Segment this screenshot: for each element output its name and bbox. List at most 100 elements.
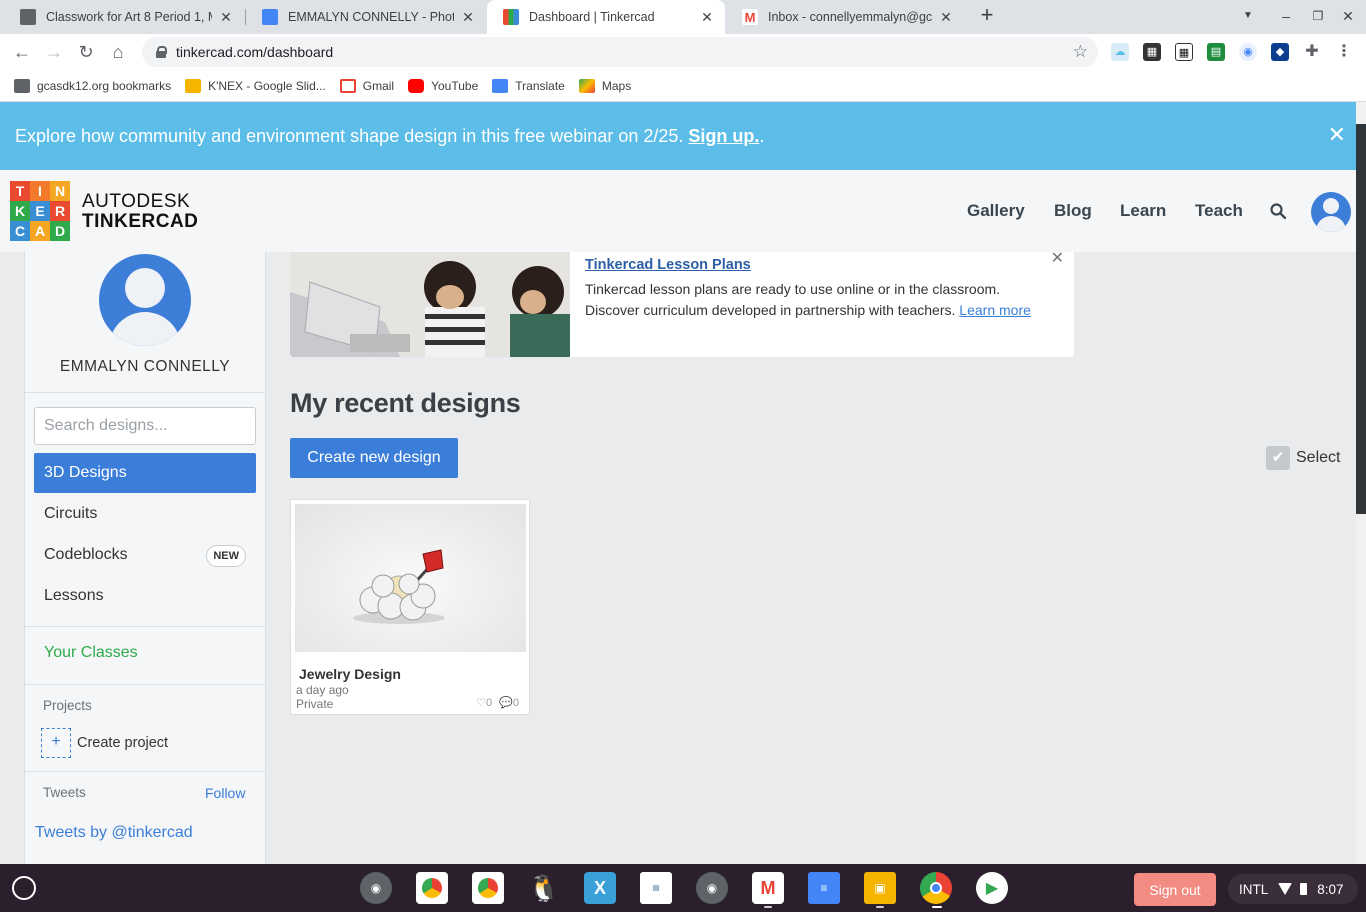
sidebar-item-3d-designs[interactable]: 3D Designs bbox=[34, 453, 256, 493]
pearson-testnav-icon[interactable]: ▤ bbox=[640, 872, 672, 904]
extension-shield-icon[interactable]: ◆ bbox=[1271, 43, 1289, 61]
sidebar-item-codeblocks[interactable]: Codeblocks NEW bbox=[34, 535, 256, 575]
gmail-icon: M bbox=[742, 9, 758, 25]
select-toggle[interactable]: ✔ Select bbox=[1266, 446, 1340, 470]
lesson-plans-title[interactable]: Tinkercad Lesson Plans bbox=[585, 257, 751, 273]
nav-blog[interactable]: Blog bbox=[1054, 201, 1092, 221]
user-avatar[interactable] bbox=[1311, 192, 1351, 232]
youtube-icon bbox=[408, 78, 425, 93]
docs-app-icon[interactable]: ≡ bbox=[808, 872, 840, 904]
learn-more-link[interactable]: Learn more bbox=[959, 302, 1031, 318]
address-bar[interactable]: tinkercad.com/dashboard ☆ bbox=[142, 37, 1098, 67]
tinkercad-icon bbox=[503, 9, 519, 25]
close-icon[interactable]: ✕ bbox=[1328, 122, 1346, 148]
banner-signup-link[interactable]: Sign up. bbox=[688, 126, 759, 147]
kids-laptop-illustration bbox=[290, 252, 570, 357]
search-icon[interactable] bbox=[1270, 203, 1286, 219]
classroom-app-icon[interactable]: ▣ bbox=[864, 872, 896, 904]
tinkercad-logo[interactable]: T I N K E R C A D bbox=[10, 181, 70, 241]
gmail-app-icon[interactable]: M bbox=[752, 872, 784, 904]
tab-title: Dashboard | Tinkercad bbox=[529, 10, 655, 24]
new-tab-button[interactable]: + bbox=[976, 4, 998, 28]
your-classes-link[interactable]: Your Classes bbox=[44, 644, 138, 662]
extension-circle-icon[interactable]: ◉ bbox=[1239, 43, 1257, 61]
tab-tinkercad[interactable]: Dashboard | Tinkercad ✕ bbox=[487, 0, 725, 34]
design-card[interactable]: Jewelry Design a day ago Private ♡0 💬0 bbox=[290, 499, 530, 715]
design-thumbnail[interactable] bbox=[295, 504, 526, 652]
tab-photo-doc[interactable]: EMMALYN CONNELLY - Photo Do ✕ bbox=[246, 0, 486, 34]
search-designs-input[interactable] bbox=[34, 407, 256, 445]
bookmark-knex[interactable]: K'NEX - Google Slid... bbox=[185, 78, 326, 93]
bookmark-gmail[interactable]: Gmail bbox=[339, 78, 394, 93]
launcher-icon[interactable] bbox=[12, 876, 36, 900]
close-icon[interactable]: ✕ bbox=[938, 9, 954, 26]
sidebar: EMMALYN CONNELLY 3D Designs Circuits Cod… bbox=[24, 252, 266, 864]
play-store-icon[interactable]: ▶ bbox=[976, 872, 1008, 904]
lesson-plans-card: Tinkercad Lesson Plans Tinkercad lesson … bbox=[290, 252, 1074, 357]
sign-out-button[interactable]: Sign out bbox=[1134, 873, 1216, 906]
chrome-browser-icon[interactable] bbox=[920, 872, 952, 904]
close-icon[interactable]: ✕ bbox=[699, 9, 715, 26]
back-icon[interactable]: ← bbox=[10, 40, 34, 64]
banner-text: Explore how community and environment sh… bbox=[15, 125, 684, 146]
home-icon[interactable]: ⌂ bbox=[106, 40, 130, 64]
close-icon[interactable]: ✕ bbox=[1051, 252, 1064, 268]
gmail-icon bbox=[339, 78, 356, 93]
docs-icon bbox=[262, 9, 278, 25]
bookmark-youtube[interactable]: YouTube bbox=[408, 78, 478, 93]
nav-teach[interactable]: Teach bbox=[1195, 201, 1243, 221]
camera2-app-icon[interactable]: ◉ bbox=[696, 872, 728, 904]
tab-title: EMMALYN CONNELLY - Photo Do bbox=[288, 10, 454, 24]
extension-qr-icon[interactable]: ▦ bbox=[1143, 43, 1161, 61]
tab-gmail[interactable]: M Inbox - connellyemmalyn@gcas ✕ bbox=[726, 0, 964, 34]
follow-link[interactable]: Follow bbox=[205, 785, 245, 801]
bookmark-translate[interactable]: Translate bbox=[492, 78, 565, 93]
url-text: tinkercad.com/dashboard bbox=[176, 44, 334, 60]
likes-count: 0 bbox=[485, 697, 493, 709]
tab-classwork[interactable]: Classwork for Art 8 Period 1, MP ✕ bbox=[4, 0, 244, 34]
extension-qr2-icon[interactable]: ▦ bbox=[1175, 43, 1193, 61]
create-project-button[interactable]: + Create project bbox=[41, 728, 168, 758]
menu-kebab-icon[interactable]: ⋮ bbox=[1335, 43, 1353, 61]
sidebar-item-circuits[interactable]: Circuits bbox=[34, 494, 256, 534]
close-icon[interactable]: ✕ bbox=[460, 9, 476, 26]
extension-sheets-icon[interactable]: ▤ bbox=[1207, 43, 1225, 61]
reload-icon[interactable]: ↻ bbox=[74, 40, 98, 64]
nav-gallery[interactable]: Gallery bbox=[967, 201, 1025, 221]
restore-icon[interactable]: ❐ bbox=[1308, 6, 1328, 26]
new-badge: NEW bbox=[206, 545, 246, 567]
lock-icon bbox=[156, 46, 167, 58]
checkbox-icon[interactable]: ✔ bbox=[1266, 446, 1290, 470]
extension-cloud-icon[interactable]: ☁ bbox=[1111, 43, 1129, 61]
locale-indicator: INTL bbox=[1239, 881, 1269, 897]
camera-app-icon[interactable]: ◉ bbox=[360, 872, 392, 904]
bookmark-star-icon[interactable]: ☆ bbox=[1073, 42, 1088, 62]
bookmark-maps[interactable]: Maps bbox=[578, 78, 631, 93]
linux-penguin-icon[interactable]: 🐧 bbox=[528, 872, 560, 904]
close-icon[interactable]: ✕ bbox=[218, 9, 234, 26]
nav-learn[interactable]: Learn bbox=[1120, 201, 1166, 221]
brand-wordmark[interactable]: AUTODESK TINKERCAD bbox=[82, 192, 198, 232]
webinar-banner: Explore how community and environment sh… bbox=[0, 102, 1356, 170]
create-new-design-button[interactable]: Create new design bbox=[290, 438, 458, 478]
lesson-image bbox=[290, 252, 570, 357]
username[interactable]: EMMALYN CONNELLY bbox=[25, 358, 265, 376]
tab-search-icon[interactable]: ▼ bbox=[1238, 6, 1258, 26]
chrome-app2-icon[interactable] bbox=[472, 872, 504, 904]
sidebar-item-lessons[interactable]: Lessons bbox=[34, 576, 256, 616]
tweets-by-link[interactable]: Tweets by @tinkercad bbox=[35, 824, 193, 842]
close-window-icon[interactable]: ✕ bbox=[1338, 6, 1358, 26]
browser-tab-strip: Classwork for Art 8 Period 1, MP ✕ EMMAL… bbox=[0, 0, 1366, 34]
minimize-icon[interactable]: – bbox=[1276, 6, 1296, 26]
bookmark-gcasdk12[interactable]: gcasdk12.org bookmarks bbox=[14, 78, 171, 93]
design-name[interactable]: Jewelry Design bbox=[299, 666, 401, 682]
design-timestamp: a day ago bbox=[296, 683, 349, 697]
bookmarks-bar: gcasdk12.org bookmarks K'NEX - Google Sl… bbox=[0, 70, 1366, 102]
status-tray[interactable]: INTL 8:07 bbox=[1228, 874, 1358, 904]
chrome-app-icon[interactable] bbox=[416, 872, 448, 904]
x-app-icon[interactable]: X bbox=[584, 872, 616, 904]
profile-avatar[interactable] bbox=[99, 254, 191, 346]
forward-icon[interactable]: → bbox=[42, 40, 66, 64]
extensions-puzzle-icon[interactable]: ✚ bbox=[1303, 43, 1321, 61]
scrollbar-thumb[interactable] bbox=[1356, 124, 1366, 514]
